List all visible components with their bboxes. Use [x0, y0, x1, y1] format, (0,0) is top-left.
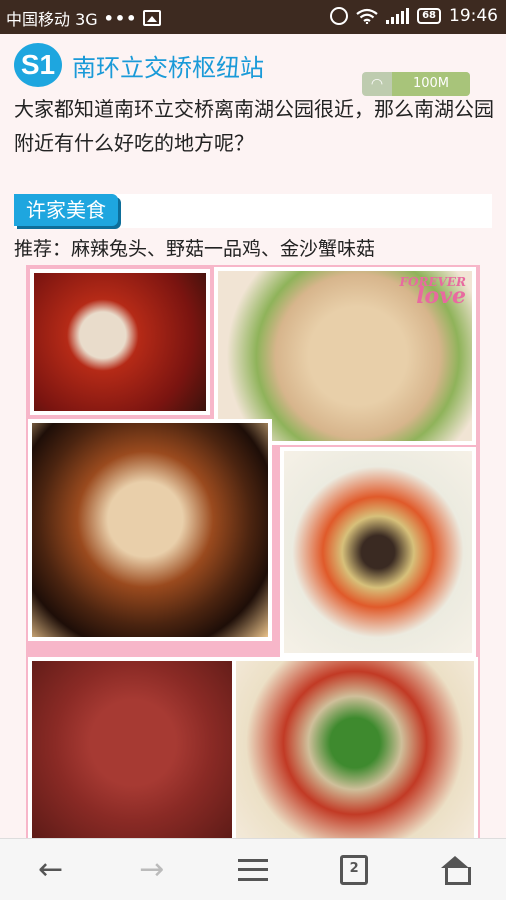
home-button[interactable] [405, 839, 506, 900]
status-bar-right: 68 19:46 [330, 6, 498, 26]
notification-dots: ••• [103, 8, 138, 28]
arrow-left-icon: ← [38, 852, 64, 887]
clock: 19:46 [449, 6, 498, 26]
signal-icon [386, 8, 410, 24]
section-title: 南环立交桥枢纽站 [72, 54, 264, 82]
intro-paragraph: 大家都知道南环立交桥离南湖公园很近，那么南湖公园附近有什么好吃的地方呢？ [14, 97, 494, 155]
food-photo-stir-fry [280, 447, 476, 657]
food-photo-collage[interactable]: FOREVER love [26, 265, 480, 838]
image-notification-icon [143, 10, 162, 26]
food-photo-mushroom-chicken [28, 419, 272, 641]
food-photo-chili-beef [28, 657, 238, 838]
article-content: S1 南环立交桥枢纽站 ◠ 100M 大家都知道南环立交桥离南湖公园很近，那么南… [0, 34, 506, 838]
status-bar-left: 中国移动 3G ••• [6, 6, 162, 30]
section-badge: S1 [14, 43, 62, 87]
wifi-icon [356, 8, 378, 24]
status-bar: 中国移动 3G ••• 68 19:46 [0, 0, 506, 34]
food-photo-rabbit-head [30, 269, 210, 415]
tabs-button[interactable]: 2 [304, 839, 405, 900]
carrier-label: 中国移动 3G [6, 10, 98, 29]
restaurant-name-tag: 许家美食 [14, 194, 118, 226]
home-icon [440, 855, 472, 885]
battery-icon: 68 [417, 8, 441, 24]
food-photo-crab-mushroom [232, 657, 478, 838]
menu-icon [238, 858, 268, 881]
forever-love-watermark: FOREVER love [399, 275, 466, 309]
wifi-small-icon: ◠ [370, 76, 384, 92]
menu-button[interactable] [202, 839, 303, 900]
arrow-right-icon: → [139, 852, 165, 887]
tabs-icon: 2 [340, 854, 369, 885]
back-button[interactable]: ← [0, 839, 101, 900]
forward-button[interactable]: → [101, 839, 202, 900]
recommend-line: 推荐：麻辣兔头、野菇一品鸡、金沙蟹味菇 [14, 238, 376, 260]
alarm-icon [330, 7, 349, 25]
browser-nav-bar: ← → 2 [0, 838, 506, 900]
